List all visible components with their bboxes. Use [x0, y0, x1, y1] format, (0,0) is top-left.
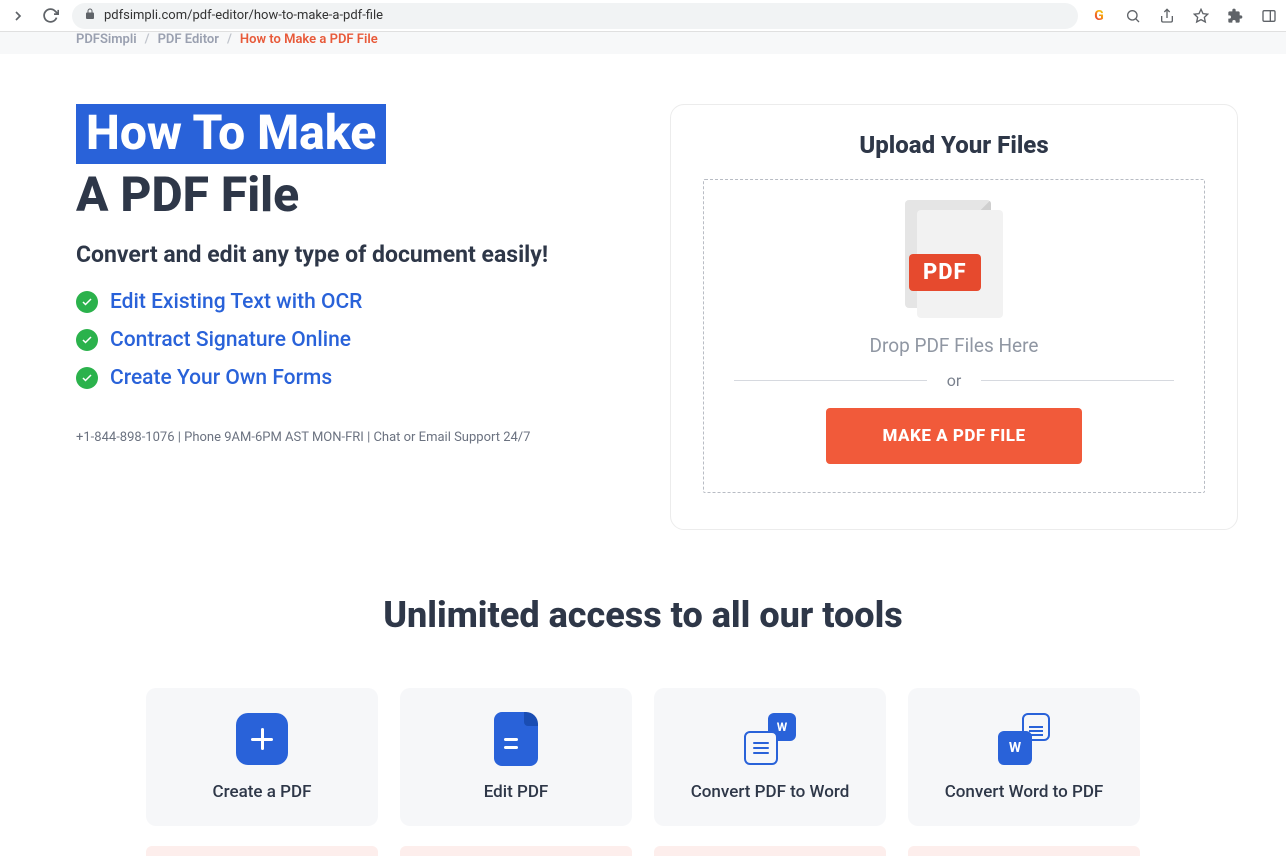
- tool-pdf-to-word[interactable]: W Convert PDF to Word: [654, 688, 886, 826]
- forward-button[interactable]: [8, 6, 28, 26]
- convert-word-pdf-icon: W: [997, 712, 1051, 766]
- browser-toolbar: pdfsimpli.com/pdf-editor/how-to-make-a-p…: [0, 0, 1286, 32]
- check-icon: [76, 291, 98, 313]
- url-text: pdfsimpli.com/pdf-editor/how-to-make-a-p…: [104, 8, 383, 23]
- reload-button[interactable]: [40, 6, 60, 26]
- browser-actions: G: [1090, 7, 1278, 25]
- breadcrumb-root[interactable]: PDFSimpli: [76, 32, 137, 47]
- upload-title: Upload Your Files: [703, 131, 1205, 159]
- check-icon: [76, 329, 98, 351]
- pdf-badge: PDF: [909, 254, 981, 291]
- hero-left: How To Make A PDF File Convert and edit …: [76, 104, 610, 530]
- dropzone[interactable]: PDF Drop PDF Files Here or MAKE A PDF FI…: [703, 179, 1205, 493]
- share-icon[interactable]: [1158, 7, 1176, 25]
- feature-text[interactable]: Contract Signature Online: [110, 328, 351, 352]
- tools-heading: Unlimited access to all our tools: [0, 594, 1286, 636]
- feature-list: Edit Existing Text with OCR Contract Sig…: [76, 290, 610, 390]
- or-divider: or: [734, 371, 1174, 390]
- tools-grid: Create a PDF Edit PDF W Convert PDF to W…: [0, 688, 1286, 846]
- extensions-icon[interactable]: [1226, 7, 1244, 25]
- breadcrumb-mid[interactable]: PDF Editor: [158, 32, 219, 47]
- tool-word-to-pdf[interactable]: W Convert Word to PDF: [908, 688, 1140, 826]
- breadcrumb: PDFSimpli / PDF Editor / How to Make a P…: [0, 32, 1286, 54]
- breadcrumb-current: How to Make a PDF File: [240, 32, 378, 47]
- hero-section: How To Make A PDF File Convert and edit …: [0, 54, 1286, 570]
- upload-card: Upload Your Files PDF Drop PDF Files Her…: [670, 104, 1238, 530]
- pdf-file-icon: PDF: [899, 200, 1009, 320]
- feature-text[interactable]: Edit Existing Text with OCR: [110, 290, 362, 314]
- next-row-peek: [0, 846, 1286, 856]
- feature-item: Contract Signature Online: [76, 328, 610, 352]
- convert-pdf-word-icon: W: [743, 712, 797, 766]
- support-info: +1-844-898-1076 | Phone 9AM-6PM AST MON-…: [76, 430, 610, 445]
- address-bar[interactable]: pdfsimpli.com/pdf-editor/how-to-make-a-p…: [72, 3, 1078, 29]
- page-subtitle: Convert and edit any type of document ea…: [76, 241, 610, 268]
- feature-item: Create Your Own Forms: [76, 366, 610, 390]
- tool-create-pdf[interactable]: Create a PDF: [146, 688, 378, 826]
- document-icon: [489, 712, 543, 766]
- drop-hint: Drop PDF Files Here: [870, 334, 1039, 357]
- feature-item: Edit Existing Text with OCR: [76, 290, 610, 314]
- plus-icon: [235, 712, 289, 766]
- feature-text[interactable]: Create Your Own Forms: [110, 366, 332, 390]
- page-title-rest: A PDF File: [76, 166, 610, 224]
- check-icon: [76, 367, 98, 389]
- tool-edit-pdf[interactable]: Edit PDF: [400, 688, 632, 826]
- panel-icon[interactable]: [1260, 7, 1278, 25]
- zoom-icon[interactable]: [1124, 7, 1142, 25]
- google-icon[interactable]: G: [1090, 7, 1108, 25]
- make-pdf-button[interactable]: MAKE A PDF FILE: [826, 408, 1081, 464]
- page-title-highlight: How To Make: [76, 104, 386, 164]
- bookmark-icon[interactable]: [1192, 7, 1210, 25]
- lock-icon: [84, 8, 96, 23]
